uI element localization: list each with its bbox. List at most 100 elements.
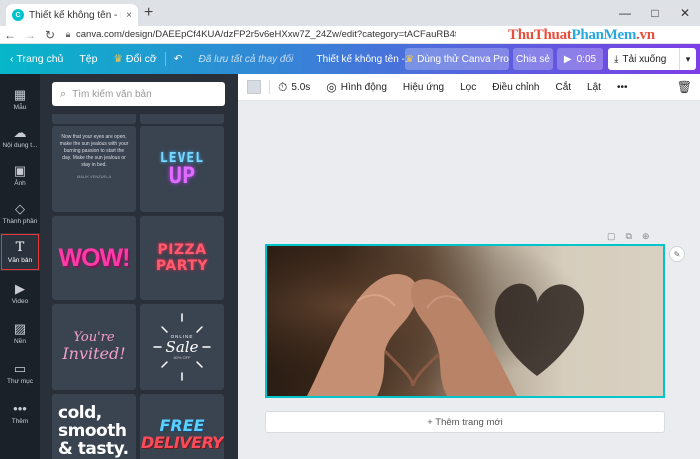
minimize-button[interactable]: — [610, 0, 640, 26]
add-page-button[interactable]: + Thêm trang mới [265, 411, 665, 433]
url-field[interactable]: canva.com/design/DAEEpCf4KUA/dzFP2r5v6eH… [76, 29, 456, 40]
lock-icon[interactable]: 🔒︎ [60, 29, 76, 40]
left-sidebar: ▦ Mẫu ☁ Nội dung t... ▣ Ảnh ◇ Thành phần… [0, 74, 40, 459]
flip-button[interactable]: Lật [579, 82, 609, 93]
download-icon: ⤓ [614, 53, 619, 65]
home-button[interactable]: ‹ Trang chủ [0, 53, 71, 65]
save-status: Đã lưu tất cả thay đổi [198, 53, 294, 65]
template-card-cold-smooth[interactable]: cold, smooth & tasty. [52, 394, 136, 459]
folder-icon: ▭ [13, 360, 27, 376]
template-card-free-delivery[interactable]: FREE DELIVERY [140, 394, 224, 459]
template-card-invited[interactable]: You're Invited! [52, 304, 136, 390]
sidebar-item-video[interactable]: ▶ Video [0, 274, 40, 312]
template-card-level-up[interactable]: LEVEL UP [140, 126, 224, 212]
download-label: Tải xuống [622, 53, 667, 65]
effects-button[interactable]: Hiệu ứng [395, 82, 452, 93]
forward-icon[interactable]: → [20, 28, 40, 42]
new-tab-button[interactable]: + [144, 5, 153, 21]
template-card-pizza-party[interactable]: PIZZA PARTY [140, 216, 224, 300]
animate-button[interactable]: ◎ Hình động [318, 80, 395, 94]
watermark-logo: ThuThuatPhanMem.vn [508, 27, 655, 43]
elements-icon: ◇ [15, 200, 25, 216]
sidebar-item-photos[interactable]: ▣ Ảnh [0, 156, 40, 194]
video-icon: ▶ [15, 280, 25, 296]
template-icon: ▦ [13, 86, 27, 102]
trash-icon[interactable]: 🗑︎ [677, 80, 692, 94]
resize-label: Đổi cỡ [125, 53, 157, 65]
adjust-button[interactable]: Điều chỉnh [484, 82, 547, 93]
template-card[interactable] [140, 114, 224, 124]
browser-tab[interactable]: C Thiết kế không tên - Facebook C × [6, 4, 138, 26]
template-free-text: FREE [159, 416, 205, 435]
sidebar-item-text[interactable]: T Văn bản [0, 233, 40, 271]
sidebar-item-templates[interactable]: ▦ Mẫu [0, 80, 40, 118]
photo-icon: ▣ [13, 162, 27, 178]
file-menu-button[interactable]: Tệp [71, 53, 105, 65]
editor-toolbar: ⏱ 5.0s ◎ Hình động Hiệu ứng Lọc Điều chỉ… [238, 74, 700, 101]
browser-tab-bar: C Thiết kế không tên - Facebook C × + — … [0, 0, 700, 26]
background-icon: ▨ [13, 320, 27, 336]
present-button[interactable]: ▶ 0:05 [557, 48, 603, 70]
crown-icon: ♛ [405, 53, 415, 65]
tab-title: Thiết kế không tên - Facebook C [29, 9, 121, 21]
text-panel: ⌕ Now that your eyes are open, make the … [40, 74, 238, 459]
maximize-button[interactable]: □ [640, 0, 670, 26]
more-icon: ••• [13, 400, 27, 416]
duration-button[interactable]: ⏱ 5.0s [270, 80, 318, 95]
timer-icon: ⏱ [278, 79, 288, 94]
sidebar-item-elements[interactable]: ◇ Thành phần [0, 194, 40, 232]
play-icon: ▶ [563, 53, 572, 65]
share-button[interactable]: Chia sẻ [513, 48, 553, 70]
download-button[interactable]: ⤓ Tải xuống ▾ [608, 48, 696, 70]
color-swatch[interactable] [247, 80, 261, 94]
crown-icon: ♛ [113, 53, 123, 65]
sidebar-item-background[interactable]: ▨ Nền [0, 314, 40, 352]
reload-icon[interactable]: ↻ [40, 28, 60, 42]
chevron-down-icon[interactable]: ▾ [680, 54, 696, 65]
duplicate-page-icon[interactable]: ⧉ [626, 231, 632, 242]
close-window-button[interactable]: ✕ [670, 0, 700, 26]
play-duration: 0:05 [576, 53, 597, 65]
duration-label: 5.0s [291, 81, 311, 93]
design-page-image[interactable] [265, 244, 665, 398]
more-options-button[interactable]: ••• [609, 82, 636, 93]
sidebar-item-uploads[interactable]: ☁ Nội dung t... [0, 118, 40, 156]
filter-button[interactable]: Lọc [452, 82, 484, 93]
template-delivery-text: DELIVERY [140, 433, 224, 452]
page-tools: ▢ ⧉ ⊕ [607, 231, 650, 242]
resize-button[interactable]: ♛ Đổi cỡ [105, 53, 164, 65]
sidebar-item-folders[interactable]: ▭ Thư mục [0, 354, 40, 392]
document-title[interactable]: Thiết kế không tên -... [307, 54, 407, 65]
template-quote-text: Now that your eyes are open, make the su… [59, 134, 129, 168]
template-card[interactable] [52, 114, 136, 124]
template-cold-text: cold, smooth & tasty. [58, 403, 129, 459]
crop-button[interactable]: Cắt [547, 82, 579, 93]
template-pizza-text: PIZZA [157, 242, 207, 258]
download-main[interactable]: ⤓ Tải xuống [608, 48, 680, 70]
template-card-quote[interactable]: Now that your eyes are open, make the su… [52, 126, 136, 212]
add-page-icon[interactable]: ⊕ [642, 231, 650, 242]
template-youre-text: You're [73, 330, 115, 345]
comment-icon[interactable]: ✎ [669, 246, 685, 262]
template-up-text: UP [168, 163, 196, 189]
template-card-wow[interactable]: WOW! [52, 216, 136, 300]
text-icon: T [15, 239, 25, 255]
search-input[interactable] [72, 88, 213, 100]
sunburst-icon [153, 313, 211, 381]
heart-hands-photo [267, 246, 663, 396]
search-icon: ⌕ [60, 87, 67, 100]
animate-label: Hình động [340, 81, 387, 93]
search-box[interactable]: ⌕ [52, 82, 225, 106]
template-quote-signature: MALIK VENZUELA [76, 174, 112, 179]
note-icon[interactable]: ▢ [607, 231, 616, 242]
chevron-left-icon: ‹ [10, 53, 14, 65]
home-label: Trang chủ [16, 53, 64, 65]
undo-icon[interactable]: ↶ [166, 53, 191, 65]
template-card-online-sale[interactable]: ONLINE Sale 50% OFF [140, 304, 224, 390]
tab-close-icon[interactable]: × [126, 10, 132, 21]
back-icon[interactable]: ← [0, 28, 20, 42]
canva-favicon-icon: C [12, 9, 24, 21]
canva-header: ‹ Trang chủ Tệp ♛ Đổi cỡ ↶ Đã lưu tất cả… [0, 44, 700, 74]
sidebar-item-more[interactable]: ••• Thêm [0, 394, 40, 432]
try-pro-button[interactable]: ♛ Dùng thử Canva Pro [405, 48, 509, 70]
